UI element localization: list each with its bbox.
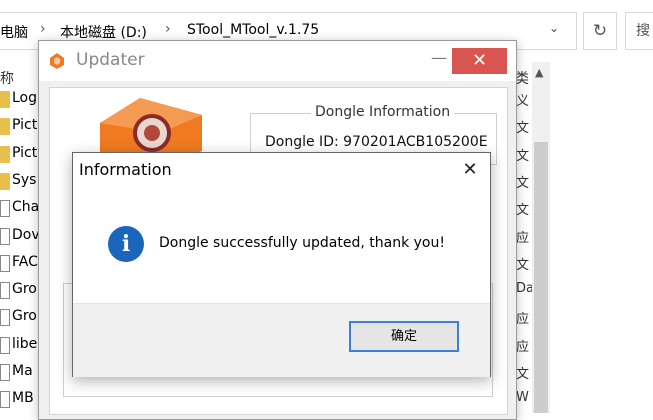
file-type-cell: 文	[516, 148, 530, 164]
file-name: Cha	[12, 199, 40, 216]
file-name: Pict	[12, 144, 38, 161]
column-header-name[interactable]: 称	[0, 68, 14, 88]
file-name: Gro	[12, 308, 37, 325]
dongle-id-value: Dongle ID: 970201ACB105200E	[265, 134, 488, 150]
dialog-close-button[interactable]: ✕	[456, 157, 484, 183]
file-type-cell: W	[516, 390, 529, 406]
close-icon: ✕	[471, 50, 488, 71]
file-type-cell: 文	[516, 203, 530, 219]
file-name: Pict	[12, 117, 38, 134]
folder-icon	[0, 118, 10, 136]
breadcrumb-separator-icon: ›	[165, 21, 171, 37]
minimize-button[interactable]: —	[424, 49, 454, 69]
info-icon: i	[108, 226, 144, 262]
column-header-type[interactable]: 类	[515, 68, 529, 88]
file-type-cell: 应	[516, 230, 530, 246]
file-icon	[0, 391, 10, 409]
refresh-button[interactable]: ↻	[583, 12, 617, 50]
file-icon	[0, 309, 10, 327]
file-name: MB	[12, 390, 34, 407]
search-input[interactable]: 搜	[625, 12, 653, 50]
folder-icon	[0, 91, 10, 108]
dongle-information-legend: Dongle Information	[311, 104, 455, 120]
file-name: Ma	[12, 363, 33, 379]
information-dialog: Information ✕ i Dongle successfully upda…	[72, 152, 491, 377]
file-name: Log	[12, 90, 38, 106]
scroll-up-icon[interactable]: ▲	[535, 66, 543, 79]
minimize-icon: —	[431, 48, 447, 67]
file-icon	[0, 336, 10, 354]
breadcrumb-folder[interactable]: STool_MTool_v.1.75	[187, 22, 319, 38]
file-type-cell: 应	[516, 339, 530, 355]
file-icon	[0, 200, 10, 218]
chevron-down-icon[interactable]: ⌄	[549, 21, 559, 35]
file-type-cell: 文	[516, 257, 530, 273]
dialog-title: Information	[79, 160, 172, 179]
updater-title: Updater	[76, 50, 145, 70]
file-name: FAC	[12, 253, 38, 270]
file-type-cell: 应	[516, 312, 530, 328]
file-icon	[0, 227, 10, 245]
scrollbar-thumb[interactable]	[534, 142, 548, 413]
ok-button[interactable]: 确定	[349, 321, 459, 352]
refresh-icon: ↻	[592, 21, 608, 41]
file-icon	[0, 254, 10, 272]
breadcrumb-separator-icon: ›	[40, 21, 46, 37]
breadcrumb-drive[interactable]: 本地磁盘 (D:)	[60, 22, 147, 42]
file-name: Dov	[12, 226, 40, 243]
folder-icon	[0, 172, 10, 190]
file-type-cell: 义	[516, 94, 530, 109]
file-type-cell: 文	[516, 367, 530, 382]
updater-close-button[interactable]: ✕	[452, 48, 507, 74]
file-icon	[0, 282, 10, 300]
file-name: Gro	[12, 281, 37, 298]
file-type-cell: 文	[516, 121, 530, 137]
file-name: Sys	[12, 171, 37, 188]
file-icon	[0, 364, 10, 381]
file-type-cell: 文	[516, 175, 530, 191]
updater-titlebar[interactable]: Updater — ✕	[39, 41, 516, 81]
dialog-message: Dongle successfully updated, thank you!	[159, 235, 445, 251]
dialog-footer: 确定	[73, 303, 490, 377]
breadcrumb-this-pc[interactable]: 电脑	[0, 22, 28, 42]
folder-icon	[0, 145, 10, 163]
file-name: libe	[12, 335, 38, 352]
vertical-scrollbar[interactable]: ▲	[532, 62, 550, 413]
updater-logo-icon	[50, 53, 64, 69]
close-icon: ✕	[462, 159, 478, 180]
